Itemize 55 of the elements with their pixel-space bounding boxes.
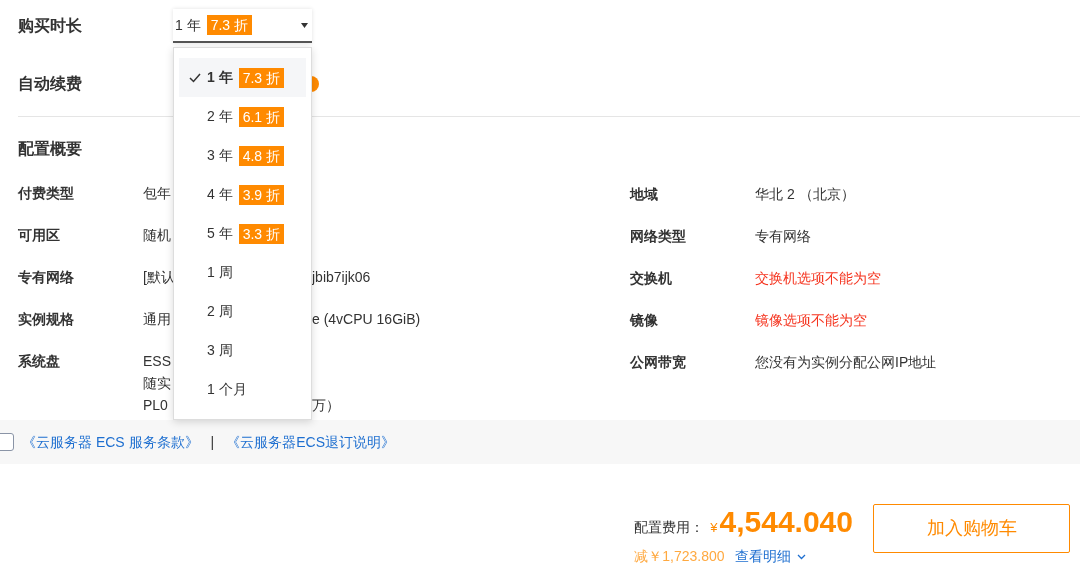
field-label: 自动续费 xyxy=(18,74,82,94)
discount-badge: 3.9 折 xyxy=(238,184,285,205)
summary-value: PL0 xyxy=(143,396,169,415)
menu-option[interactable]: 3 年 4.8 折 xyxy=(179,136,306,175)
discount-badge: 6.1 折 xyxy=(238,106,285,127)
summary-label: 可用区 xyxy=(18,226,61,245)
separator: | xyxy=(210,432,215,452)
summary-label: 镜像 xyxy=(630,310,659,330)
summary-value: 通用 xyxy=(143,310,172,329)
summary-value: 万） xyxy=(312,396,340,415)
duration-select[interactable]: 1 年 7.3 折 xyxy=(173,9,312,43)
discount-badge: 4.8 折 xyxy=(238,145,285,166)
summary-value: 华北 2 （北京） xyxy=(755,184,855,204)
menu-option[interactable]: 2 年 6.1 折 xyxy=(179,97,306,136)
menu-option[interactable]: 1 个月 xyxy=(179,370,306,409)
price-amount: 4,544.040 xyxy=(719,504,853,540)
summary-value: 随机 xyxy=(143,226,172,245)
summary-value: e (4vCPU 16GiB) xyxy=(312,310,421,329)
chevron-down-icon xyxy=(796,553,806,560)
caret-icon xyxy=(301,22,308,28)
summary-label: 网络类型 xyxy=(630,226,687,246)
summary-value: 专有网络 xyxy=(755,226,811,246)
discount-amount: 减￥1,723.800 xyxy=(634,547,725,566)
summary-label: 地域 xyxy=(630,184,659,204)
discount-badge: 7.3 折 xyxy=(238,67,285,88)
menu-option[interactable]: 4 年 3.9 折 xyxy=(179,175,306,214)
summary-label: 专有网络 xyxy=(18,268,75,287)
check-icon xyxy=(189,72,201,83)
summary-value: 您没有为实例分配公网IP地址 xyxy=(755,352,937,372)
details-link[interactable]: 查看明细 xyxy=(734,546,806,567)
summary-value: [默认 xyxy=(143,268,173,287)
summary-value: 包年 xyxy=(143,184,172,203)
discount-badge: 3.3 折 xyxy=(238,223,285,244)
currency-symbol: ¥ xyxy=(710,519,718,537)
error-message: 镜像选项不能为空 xyxy=(755,310,867,330)
terms-link[interactable]: 《云服务器ECS退订说明》 xyxy=(226,431,395,453)
summary-value: jbib7ijk06 xyxy=(312,268,371,287)
menu-option[interactable]: 3 周 xyxy=(179,331,306,370)
section-title: 配置概要 xyxy=(17,139,82,159)
menu-option[interactable]: 5 年 3.3 折 xyxy=(179,214,306,253)
menu-option[interactable]: 1 周 xyxy=(179,253,306,292)
summary-label: 系统盘 xyxy=(18,352,61,371)
error-message: 交换机选项不能为空 xyxy=(755,268,881,288)
summary-label: 实例规格 xyxy=(18,310,75,329)
price-label: 配置费用： xyxy=(634,518,705,537)
summary-label: 付费类型 xyxy=(18,184,75,203)
menu-option[interactable]: 1 年 7.3 折 xyxy=(179,58,306,97)
field-label: 购买时长 xyxy=(18,16,83,36)
menu-option[interactable]: 2 周 xyxy=(179,292,306,331)
summary-label: 交换机 xyxy=(630,268,673,288)
terms-link[interactable]: 《云服务器 ECS 服务条款》 xyxy=(22,431,199,453)
summary-label: 公网带宽 xyxy=(630,352,687,372)
discount-badge: 7.3 折 xyxy=(206,15,253,35)
summary-value: 随实 xyxy=(143,374,172,393)
summary-value: ESS xyxy=(143,352,172,371)
